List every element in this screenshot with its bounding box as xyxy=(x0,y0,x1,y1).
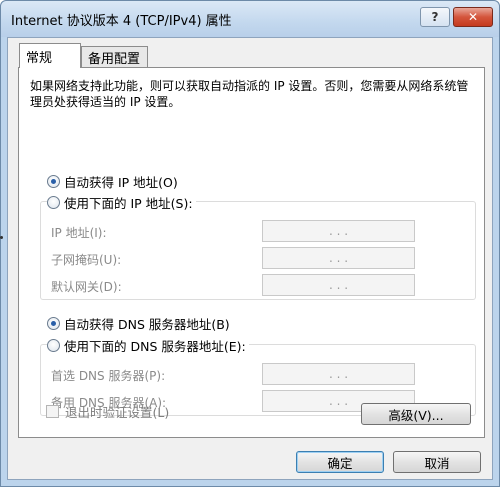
auto-ip-option[interactable]: 自动获得 IP 地址(O) xyxy=(47,172,178,191)
tab-alternate-config[interactable]: 备用配置 xyxy=(81,46,148,68)
auto-ip-radio[interactable] xyxy=(47,175,60,188)
auto-dns-option[interactable]: 自动获得 DNS 服务器地址(B) xyxy=(47,314,230,333)
tab-alternate-config-label: 备用配置 xyxy=(88,52,141,67)
dialog-body: 常规 备用配置 如果网络支持此功能，则可以获取自动指派的 IP 设置。否则，您需… xyxy=(7,37,493,480)
title-bar[interactable]: Internet 协议版本 4 (TCP/IPv4) 属性 ? ✕ xyxy=(1,1,499,37)
subnet-mask-input[interactable]: . . . xyxy=(262,247,415,269)
close-icon: ✕ xyxy=(467,10,479,24)
dialog-window: Internet 协议版本 4 (TCP/IPv4) 属性 ? ✕ 常规 备用配… xyxy=(0,0,500,487)
validate-on-exit-checkbox[interactable] xyxy=(46,405,59,418)
manual-dns-label: 使用下面的 DNS 服务器地址(E): xyxy=(64,339,246,354)
tab-general[interactable]: 常规 xyxy=(19,43,81,68)
ok-button[interactable]: 确定 xyxy=(296,451,384,473)
stray-dot xyxy=(0,236,3,239)
help-icon: ? xyxy=(431,10,439,24)
manual-ip-group: IP 地址(I): . . . 子网掩码(U): . . . 默认网关(D): … xyxy=(40,201,476,300)
help-button[interactable]: ? xyxy=(420,7,450,27)
ip-address-label: IP 地址(I): xyxy=(51,226,107,240)
ip-address-row: IP 地址(I): . . . xyxy=(41,220,475,242)
subnet-mask-row: 子网掩码(U): . . . xyxy=(41,247,475,269)
manual-ip-radio[interactable] xyxy=(47,196,60,209)
manual-ip-option[interactable]: 使用下面的 IP 地址(S): xyxy=(47,193,196,212)
auto-ip-label: 自动获得 IP 地址(O) xyxy=(64,175,178,190)
subnet-mask-label: 子网掩码(U): xyxy=(51,253,122,267)
validate-on-exit-option[interactable]: 退出时验证设置(L) xyxy=(46,402,169,421)
auto-dns-radio[interactable] xyxy=(47,317,60,330)
preferred-dns-input[interactable]: . . . xyxy=(262,363,415,385)
ip-address-input[interactable]: . . . xyxy=(262,220,415,242)
general-panel: 如果网络支持此功能，则可以获取自动指派的 IP 设置。否则，您需要从网络系统管理… xyxy=(18,67,485,438)
description-text: 如果网络支持此功能，则可以获取自动指派的 IP 设置。否则，您需要从网络系统管理… xyxy=(30,79,469,109)
default-gateway-row: 默认网关(D): . . . xyxy=(41,274,475,296)
manual-dns-radio[interactable] xyxy=(47,339,60,352)
preferred-dns-label: 首选 DNS 服务器(P): xyxy=(51,369,166,383)
cancel-button[interactable]: 取消 xyxy=(393,451,481,473)
manual-dns-option[interactable]: 使用下面的 DNS 服务器地址(E): xyxy=(47,336,249,355)
default-gateway-label: 默认网关(D): xyxy=(51,280,122,294)
window-title: Internet 协议版本 4 (TCP/IPv4) 属性 xyxy=(11,14,232,29)
auto-dns-label: 自动获得 DNS 服务器地址(B) xyxy=(64,317,230,332)
manual-ip-label: 使用下面的 IP 地址(S): xyxy=(64,196,193,211)
advanced-button[interactable]: 高级(V)... xyxy=(361,403,471,425)
default-gateway-input[interactable]: . . . xyxy=(262,274,415,296)
validate-on-exit-label: 退出时验证设置(L) xyxy=(65,405,170,420)
close-button[interactable]: ✕ xyxy=(453,7,493,27)
preferred-dns-row: 首选 DNS 服务器(P): . . . xyxy=(41,363,475,385)
tab-general-label: 常规 xyxy=(26,50,53,66)
